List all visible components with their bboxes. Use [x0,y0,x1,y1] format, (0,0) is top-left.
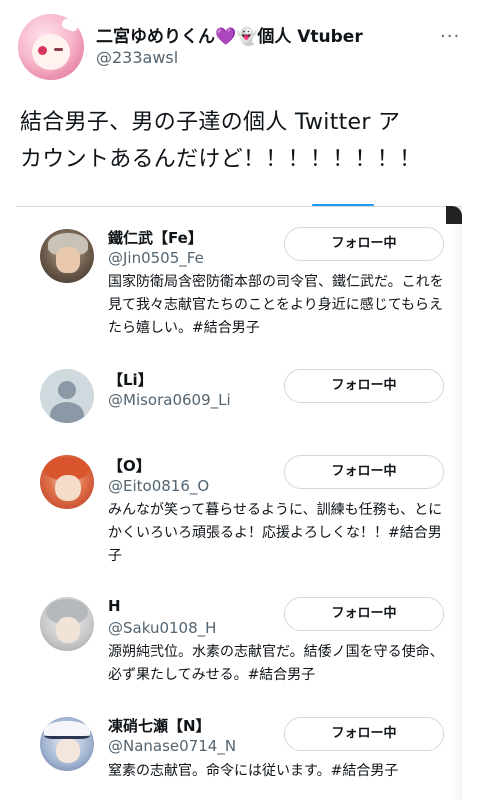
tweet-text-line: 結合男子、男の子達の個人 Twitter ア [20,110,401,135]
card-shadow-edge [450,207,462,800]
card-corner [446,206,462,224]
user-handle[interactable]: @Eito0816_O [108,477,209,495]
user-avatar[interactable] [40,455,94,509]
avatar-face [56,617,80,643]
avatar-face [56,739,80,763]
author-name[interactable]: 二宮ゆめりくん💜👻個人 Vtuber [96,22,363,47]
avatar-head-shape [58,381,76,399]
user-avatar[interactable] [40,717,94,771]
user-bio: 窒素の志献官。命令には従います。#結合男子 [108,763,399,779]
avatar-face [55,475,81,501]
user-name[interactable]: 鐵仁武【Fe】 [108,227,203,248]
author-avatar[interactable] [18,14,84,80]
tweet-text-line: カウントあるんだけど！！！！！！！！ [20,147,422,172]
user-handle[interactable]: @Saku0108_H [108,619,216,637]
author-handle[interactable]: @233awsl [96,48,178,67]
following-button[interactable]: フォロー中 [284,455,444,489]
tweet-header: 二宮ゆめりくん💜👻個人 Vtuber @233awsl ··· [0,0,482,95]
embedded-follow-list: 鐵仁武【Fe】 @Jin0505_Fe フォロー中 国家防衛局含密防衛本部の司令… [16,206,462,800]
avatar-face [56,247,80,273]
user-name[interactable]: 凍硝七瀬【N】 [108,715,211,736]
avatar-eye-wink [54,48,63,51]
following-button[interactable]: フォロー中 [284,369,444,403]
user-bio: みんなが笑って暮らせるように、訓練も任務も、とにかくいろいろ頑張るよ！応援よろし… [108,502,443,564]
avatar-bow [60,17,80,33]
user-handle[interactable]: @Nanase0714_N [108,737,236,755]
user-avatar[interactable] [40,597,94,651]
following-button[interactable]: フォロー中 [284,717,444,751]
user-bio: 源朔純弐位。水素の志献官だ。結倭ノ国を守る使命、必ず果たしてみせる。#結合男子 [108,644,444,683]
following-button[interactable]: フォロー中 [284,597,444,631]
following-button[interactable]: フォロー中 [284,227,444,261]
user-name[interactable]: 【O】 [108,455,151,476]
user-handle[interactable]: @Jin0505_Fe [108,249,204,267]
user-avatar[interactable] [40,229,94,283]
avatar-body-shape [50,402,84,423]
default-avatar-icon[interactable] [40,369,94,423]
avatar-eye [38,46,47,55]
user-name[interactable]: H [108,597,121,615]
tweet-text: 結合男子、男の子達の個人 Twitter ア カウントあるんだけど！！！！！！！… [20,104,460,178]
user-handle[interactable]: @Misora0609_Li [108,391,231,409]
avatar-cap [44,721,90,739]
more-options-icon[interactable]: ··· [440,26,460,47]
user-bio: 国家防衛局含密防衛本部の司令官、鐵仁武だ。これを見て我々志献官たちのことをより身… [108,274,444,336]
user-name[interactable]: 【Li】 [108,369,153,390]
